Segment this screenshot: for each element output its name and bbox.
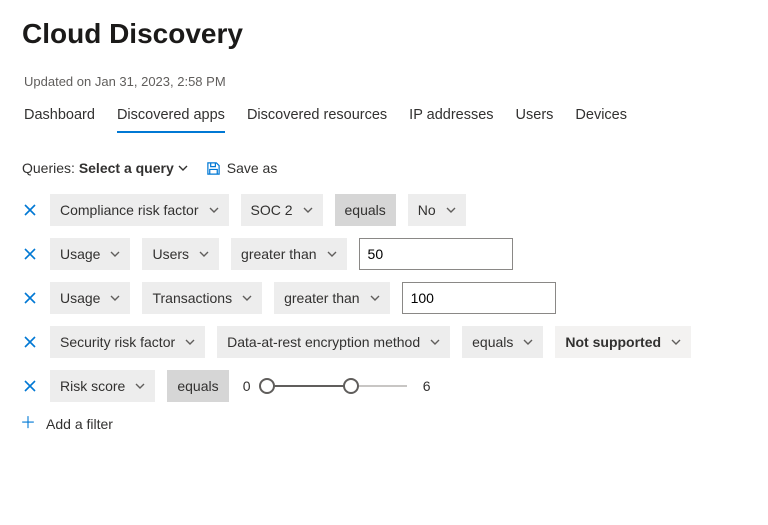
range-high-value: 6 (421, 378, 433, 394)
filter-value-input[interactable] (359, 238, 513, 270)
chevron-down-icon (110, 249, 120, 259)
remove-filter-button[interactable] (22, 378, 38, 394)
add-filter-button[interactable]: ＋ Add a filter (20, 416, 113, 432)
chevron-down-icon (446, 205, 456, 215)
filter-subfield-dropdown[interactable]: Users (142, 238, 219, 270)
plus-icon: ＋ (20, 416, 36, 432)
filter-subfield-dropdown[interactable]: SOC 2 (241, 194, 323, 226)
chevron-down-icon (199, 249, 209, 259)
filter-field-dropdown[interactable]: Security risk factor (50, 326, 205, 358)
filter-range: 06 (241, 376, 433, 396)
filter-operator-dropdown[interactable]: equals (335, 194, 396, 226)
chevron-down-icon (327, 249, 337, 259)
range-low-handle[interactable] (259, 378, 275, 394)
queries-row: Queries: Select a query Save as (20, 160, 748, 176)
tab-ip-addresses[interactable]: IP addresses (409, 103, 493, 133)
close-icon (24, 248, 36, 260)
add-filter-label: Add a filter (46, 416, 113, 432)
filter-field-dropdown[interactable]: Risk score (50, 370, 155, 402)
chevron-down-icon (370, 293, 380, 303)
filter-row: Risk scoreequals06 (22, 370, 748, 402)
chevron-down-icon (178, 163, 188, 173)
save-as-button[interactable]: Save as (206, 160, 278, 176)
filter-row: Compliance risk factor SOC 2 equals No (22, 194, 748, 226)
tabs-bar: Dashboard Discovered apps Discovered resou… (20, 103, 748, 134)
tab-dashboard[interactable]: Dashboard (24, 103, 95, 133)
filter-operator-dropdown[interactable]: equals (462, 326, 543, 358)
save-as-label: Save as (227, 160, 278, 176)
chevron-down-icon (110, 293, 120, 303)
close-icon (24, 336, 36, 348)
updated-timestamp: Updated on Jan 31, 2023, 2:58 PM (24, 74, 748, 89)
close-icon (24, 204, 36, 216)
remove-filter-button[interactable] (22, 290, 38, 306)
range-high-handle[interactable] (343, 378, 359, 394)
range-low-value: 0 (241, 378, 253, 394)
filter-operator-dropdown[interactable]: equals (167, 370, 228, 402)
query-select-label: Select a query (79, 160, 174, 176)
page-title: Cloud Discovery (22, 18, 748, 50)
range-slider[interactable] (267, 376, 407, 396)
filter-subfield-dropdown[interactable]: Transactions (142, 282, 262, 314)
chevron-down-icon (135, 381, 145, 391)
filter-value-dropdown[interactable]: Not supported (555, 326, 691, 358)
query-select-dropdown[interactable]: Select a query (79, 160, 188, 176)
tab-devices[interactable]: Devices (575, 103, 627, 133)
filter-value-input[interactable] (402, 282, 556, 314)
chevron-down-icon (671, 337, 681, 347)
chevron-down-icon (185, 337, 195, 347)
filter-row: Usage Transactions greater than (22, 282, 748, 314)
filter-field-dropdown[interactable]: Usage (50, 238, 130, 270)
filter-field-dropdown[interactable]: Usage (50, 282, 130, 314)
close-icon (24, 380, 36, 392)
close-icon (24, 292, 36, 304)
tab-discovered-resources[interactable]: Discovered resources (247, 103, 387, 133)
filter-field-dropdown[interactable]: Compliance risk factor (50, 194, 229, 226)
filter-operator-dropdown[interactable]: greater than (231, 238, 347, 270)
chevron-down-icon (209, 205, 219, 215)
remove-filter-button[interactable] (22, 334, 38, 350)
tab-users[interactable]: Users (516, 103, 554, 133)
chevron-down-icon (523, 337, 533, 347)
chevron-down-icon (303, 205, 313, 215)
remove-filter-button[interactable] (22, 246, 38, 262)
filter-row: Security risk factor Data-at-rest encrypt… (22, 326, 748, 358)
filter-operator-dropdown[interactable]: greater than (274, 282, 390, 314)
filter-row: Usage Users greater than (22, 238, 748, 270)
queries-label: Queries: (22, 160, 75, 176)
save-icon (206, 161, 221, 176)
filter-subfield-dropdown[interactable]: Data-at-rest encryption method (217, 326, 450, 358)
chevron-down-icon (242, 293, 252, 303)
chevron-down-icon (430, 337, 440, 347)
filter-value-dropdown[interactable]: No (408, 194, 466, 226)
filters-list: Compliance risk factor SOC 2 equals No Usage… (20, 194, 748, 402)
tab-discovered-apps[interactable]: Discovered apps (117, 103, 225, 133)
remove-filter-button[interactable] (22, 202, 38, 218)
